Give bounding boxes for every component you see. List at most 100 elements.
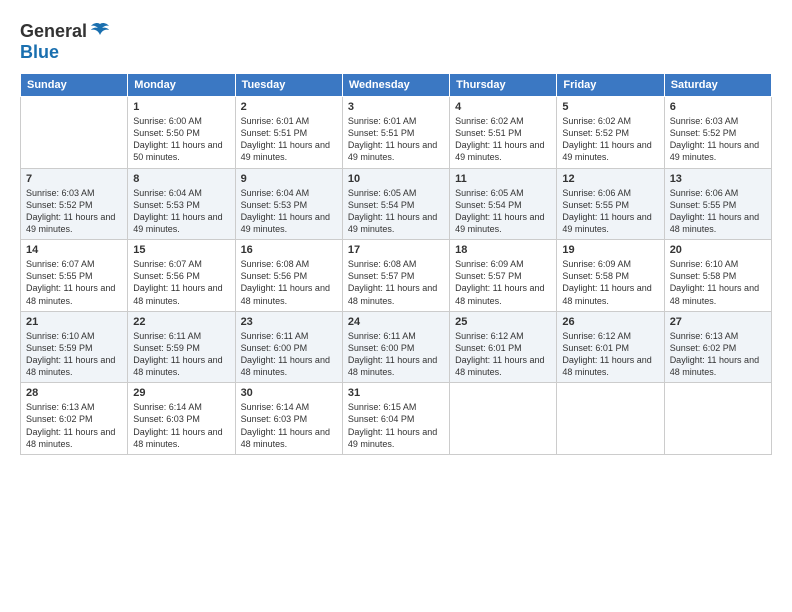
logo-blue-text: Blue	[20, 42, 59, 62]
calendar-day-cell: 12Sunrise: 6:06 AMSunset: 5:55 PMDayligh…	[557, 168, 664, 240]
day-info: Sunrise: 6:03 AMSunset: 5:52 PMDaylight:…	[26, 187, 122, 236]
day-info: Sunrise: 6:02 AMSunset: 5:51 PMDaylight:…	[455, 115, 551, 164]
calendar-day-cell: 11 Sunrise: 6:05 AMSunset: 5:54 PMDayligh…	[450, 168, 557, 240]
calendar-day-cell: 28 Sunrise: 6:13 AMSunset: 6:02 PMDayligh…	[21, 383, 128, 455]
calendar-day-cell: 4 Sunrise: 6:02 AMSunset: 5:51 PMDaylight…	[450, 97, 557, 169]
day-info: Sunrise: 6:11 AMSunset: 5:59 PMDaylight:…	[133, 330, 229, 379]
calendar-day-cell: 17 Sunrise: 6:08 AMSunset: 5:57 PMDayligh…	[342, 240, 449, 312]
calendar-day-cell: 6 Sunrise: 6:03 AMSunset: 5:52 PMDaylight…	[664, 97, 771, 169]
calendar-day-cell: 26Sunrise: 6:12 AMSunset: 6:01 PMDayligh…	[557, 311, 664, 383]
day-number: 24	[348, 316, 444, 328]
calendar-week-row: 7Sunrise: 6:03 AMSunset: 5:52 PMDaylight…	[21, 168, 772, 240]
day-number: 27	[670, 316, 766, 328]
day-number: 11	[455, 173, 551, 185]
calendar-week-row: 14 Sunrise: 6:07 AMSunset: 5:55 PMDayligh…	[21, 240, 772, 312]
day-info: Sunrise: 6:13 AMSunset: 6:02 PMDaylight:…	[670, 330, 766, 379]
day-number: 25	[455, 316, 551, 328]
calendar-day-cell: 31 Sunrise: 6:15 AMSunset: 6:04 PMDayligh…	[342, 383, 449, 455]
day-info: Sunrise: 6:01 AMSunset: 5:51 PMDaylight:…	[241, 115, 337, 164]
calendar-day-cell: 9 Sunrise: 6:04 AMSunset: 5:53 PMDaylight…	[235, 168, 342, 240]
calendar-day-cell: 19 Sunrise: 6:09 AMSunset: 5:58 PMDayligh…	[557, 240, 664, 312]
weekday-header-sunday: Sunday	[21, 74, 128, 97]
calendar-day-cell: 13 Sunrise: 6:06 AMSunset: 5:55 PMDayligh…	[664, 168, 771, 240]
day-info: Sunrise: 6:02 AMSunset: 5:52 PMDaylight:…	[562, 115, 658, 164]
calendar-week-row: 1Sunrise: 6:00 AMSunset: 5:50 PMDaylight…	[21, 97, 772, 169]
day-number: 21	[26, 316, 122, 328]
day-info: Sunrise: 6:14 AMSunset: 6:03 PMDaylight:…	[133, 401, 229, 450]
day-info: Sunrise: 6:11 AMSunset: 6:00 PMDaylight:…	[348, 330, 444, 379]
calendar-day-cell: 1Sunrise: 6:00 AMSunset: 5:50 PMDaylight…	[128, 97, 235, 169]
calendar-week-row: 21Sunrise: 6:10 AMSunset: 5:59 PMDayligh…	[21, 311, 772, 383]
weekday-header-thursday: Thursday	[450, 74, 557, 97]
day-info: Sunrise: 6:04 AMSunset: 5:53 PMDaylight:…	[241, 187, 337, 236]
calendar-day-cell: 3 Sunrise: 6:01 AMSunset: 5:51 PMDaylight…	[342, 97, 449, 169]
day-info: Sunrise: 6:12 AMSunset: 6:01 PMDaylight:…	[562, 330, 658, 379]
calendar-day-cell: 25 Sunrise: 6:12 AMSunset: 6:01 PMDayligh…	[450, 311, 557, 383]
day-info: Sunrise: 6:04 AMSunset: 5:53 PMDaylight:…	[133, 187, 229, 236]
calendar-day-cell: 15 Sunrise: 6:07 AMSunset: 5:56 PMDayligh…	[128, 240, 235, 312]
calendar-day-cell: 21Sunrise: 6:10 AMSunset: 5:59 PMDayligh…	[21, 311, 128, 383]
day-number: 8	[133, 173, 229, 185]
day-number: 14	[26, 244, 122, 256]
day-number: 9	[241, 173, 337, 185]
day-info: Sunrise: 6:09 AMSunset: 5:58 PMDaylight:…	[562, 258, 658, 307]
day-info: Sunrise: 6:05 AMSunset: 5:54 PMDaylight:…	[348, 187, 444, 236]
calendar-day-cell: 23 Sunrise: 6:11 AMSunset: 6:00 PMDayligh…	[235, 311, 342, 383]
logo: General Blue	[20, 20, 111, 63]
weekday-header-tuesday: Tuesday	[235, 74, 342, 97]
calendar-day-cell: 18 Sunrise: 6:09 AMSunset: 5:57 PMDayligh…	[450, 240, 557, 312]
day-number: 18	[455, 244, 551, 256]
calendar-day-cell: 27 Sunrise: 6:13 AMSunset: 6:02 PMDayligh…	[664, 311, 771, 383]
weekday-header-monday: Monday	[128, 74, 235, 97]
day-number: 31	[348, 387, 444, 399]
day-number: 20	[670, 244, 766, 256]
calendar-day-cell: 10 Sunrise: 6:05 AMSunset: 5:54 PMDayligh…	[342, 168, 449, 240]
day-number: 4	[455, 101, 551, 113]
day-info: Sunrise: 6:06 AMSunset: 5:55 PMDaylight:…	[670, 187, 766, 236]
calendar-day-cell: 5Sunrise: 6:02 AMSunset: 5:52 PMDaylight…	[557, 97, 664, 169]
day-number: 22	[133, 316, 229, 328]
calendar-day-cell: 30 Sunrise: 6:14 AMSunset: 6:03 PMDayligh…	[235, 383, 342, 455]
day-number: 29	[133, 387, 229, 399]
calendar-day-cell: 22 Sunrise: 6:11 AMSunset: 5:59 PMDayligh…	[128, 311, 235, 383]
weekday-header-friday: Friday	[557, 74, 664, 97]
day-number: 1	[133, 101, 229, 113]
day-info: Sunrise: 6:05 AMSunset: 5:54 PMDaylight:…	[455, 187, 551, 236]
day-info: Sunrise: 6:06 AMSunset: 5:55 PMDaylight:…	[562, 187, 658, 236]
calendar-day-cell: 24 Sunrise: 6:11 AMSunset: 6:00 PMDayligh…	[342, 311, 449, 383]
day-info: Sunrise: 6:15 AMSunset: 6:04 PMDaylight:…	[348, 401, 444, 450]
calendar-empty-cell	[450, 383, 557, 455]
weekday-header-row: SundayMondayTuesdayWednesdayThursdayFrid…	[21, 74, 772, 97]
day-number: 3	[348, 101, 444, 113]
day-number: 19	[562, 244, 658, 256]
day-info: Sunrise: 6:10 AMSunset: 5:58 PMDaylight:…	[670, 258, 766, 307]
day-info: Sunrise: 6:07 AMSunset: 5:56 PMDaylight:…	[133, 258, 229, 307]
day-info: Sunrise: 6:11 AMSunset: 6:00 PMDaylight:…	[241, 330, 337, 379]
day-info: Sunrise: 6:09 AMSunset: 5:57 PMDaylight:…	[455, 258, 551, 307]
day-number: 2	[241, 101, 337, 113]
calendar-day-cell: 20 Sunrise: 6:10 AMSunset: 5:58 PMDayligh…	[664, 240, 771, 312]
day-info: Sunrise: 6:13 AMSunset: 6:02 PMDaylight:…	[26, 401, 122, 450]
calendar-empty-cell	[557, 383, 664, 455]
header: General Blue	[20, 20, 772, 63]
day-info: Sunrise: 6:12 AMSunset: 6:01 PMDaylight:…	[455, 330, 551, 379]
day-info: Sunrise: 6:08 AMSunset: 5:57 PMDaylight:…	[348, 258, 444, 307]
day-info: Sunrise: 6:03 AMSunset: 5:52 PMDaylight:…	[670, 115, 766, 164]
day-number: 30	[241, 387, 337, 399]
day-number: 28	[26, 387, 122, 399]
logo-bird-icon	[89, 20, 111, 42]
day-number: 15	[133, 244, 229, 256]
day-number: 17	[348, 244, 444, 256]
day-info: Sunrise: 6:07 AMSunset: 5:55 PMDaylight:…	[26, 258, 122, 307]
day-number: 23	[241, 316, 337, 328]
calendar-day-cell: 7Sunrise: 6:03 AMSunset: 5:52 PMDaylight…	[21, 168, 128, 240]
calendar-table: SundayMondayTuesdayWednesdayThursdayFrid…	[20, 73, 772, 455]
day-info: Sunrise: 6:14 AMSunset: 6:03 PMDaylight:…	[241, 401, 337, 450]
day-number: 6	[670, 101, 766, 113]
calendar-day-cell: 14 Sunrise: 6:07 AMSunset: 5:55 PMDayligh…	[21, 240, 128, 312]
calendar-week-row: 28 Sunrise: 6:13 AMSunset: 6:02 PMDayligh…	[21, 383, 772, 455]
day-info: Sunrise: 6:01 AMSunset: 5:51 PMDaylight:…	[348, 115, 444, 164]
day-number: 10	[348, 173, 444, 185]
day-number: 13	[670, 173, 766, 185]
calendar-day-cell: 16Sunrise: 6:08 AMSunset: 5:56 PMDayligh…	[235, 240, 342, 312]
